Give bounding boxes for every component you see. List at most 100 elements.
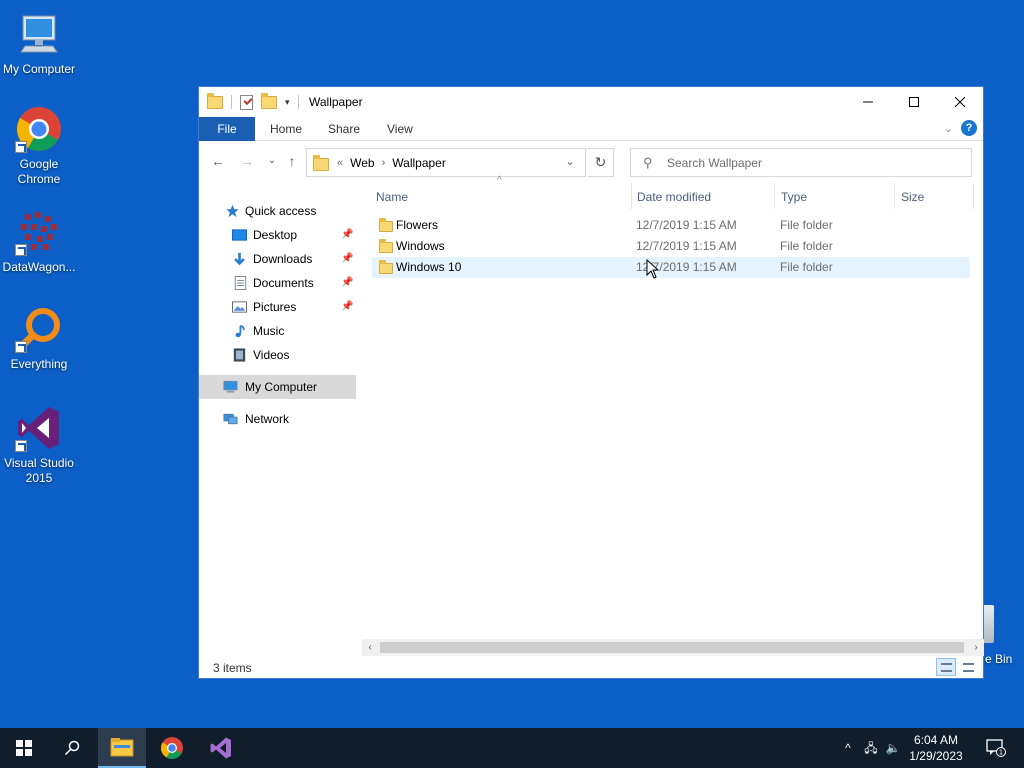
computer-icon: [223, 380, 238, 393]
file-type: File folder: [780, 260, 833, 274]
volume-icon[interactable]: 🔈: [885, 740, 901, 756]
chevron-right-icon[interactable]: ›: [382, 157, 386, 169]
nav-item-my-computer[interactable]: My Computer: [199, 375, 356, 399]
help-icon[interactable]: ?: [961, 120, 977, 136]
scroll-right-icon[interactable]: ›: [968, 639, 984, 656]
maximize-icon: [909, 97, 919, 107]
music-icon: [235, 324, 245, 338]
nav-item-pictures[interactable]: Pictures 📌: [199, 295, 356, 319]
address-bar[interactable]: « Web › Wallpaper ⌄: [306, 148, 586, 177]
pin-icon[interactable]: 📌: [341, 271, 353, 295]
status-bar: 3 items: [199, 656, 983, 678]
nav-item-desktop[interactable]: Desktop 📌: [199, 223, 356, 247]
customize-toolbar-icon[interactable]: ▾: [285, 97, 290, 108]
column-divider[interactable]: [631, 183, 632, 209]
expand-ribbon-icon[interactable]: ⌄: [944, 122, 953, 135]
column-header-type[interactable]: Type: [781, 183, 807, 211]
network-status-icon[interactable]: 🖧: [863, 740, 879, 756]
tab-file[interactable]: File: [199, 117, 255, 141]
column-divider[interactable]: [894, 183, 895, 209]
close-button[interactable]: [937, 87, 983, 117]
action-center-button[interactable]: 1: [986, 739, 1006, 757]
clock[interactable]: 6:04 AM 1/29/2023: [904, 732, 968, 764]
folder-icon: [207, 92, 223, 109]
desktop-icon-datawagon[interactable]: DataWagon...: [0, 208, 78, 275]
nav-item-label: Videos: [253, 348, 290, 362]
scroll-left-icon[interactable]: ‹: [362, 639, 378, 656]
network-icon: [223, 413, 238, 425]
taskbar-chrome[interactable]: [148, 728, 196, 768]
sort-ascending-icon: ^: [497, 175, 502, 186]
chevron-down-icon[interactable]: ⌄: [555, 149, 585, 176]
file-row[interactable]: Windows 10 12/7/2019 1:15 AM File folder: [372, 257, 970, 278]
folder-icon: [379, 239, 393, 253]
taskbar-file-explorer[interactable]: [98, 728, 146, 768]
column-header-size[interactable]: Size: [901, 183, 924, 211]
desktop-icon-label: Visual Studio 2015: [4, 456, 74, 485]
file-row[interactable]: Flowers 12/7/2019 1:15 AM File folder: [372, 215, 970, 236]
minimize-button[interactable]: [845, 87, 891, 117]
desktop-icon-google-chrome[interactable]: Google Chrome: [0, 105, 78, 187]
scrollbar-thumb[interactable]: [380, 642, 964, 653]
file-row[interactable]: Windows 12/7/2019 1:15 AM File folder: [372, 236, 970, 257]
divider: [231, 95, 232, 109]
notification-count: 1: [999, 749, 1003, 757]
close-icon: [955, 97, 965, 107]
taskbar-visual-studio[interactable]: [197, 728, 245, 768]
details-view-button[interactable]: [936, 658, 956, 676]
folder-icon: [379, 260, 393, 274]
pin-icon[interactable]: 📌: [341, 223, 353, 247]
ribbon-tabs: File Home Share View ⌄ ?: [199, 117, 983, 141]
chrome-icon: [15, 105, 63, 153]
column-header-name[interactable]: Name: [376, 183, 408, 211]
refresh-button[interactable]: ↻: [588, 148, 614, 177]
start-button[interactable]: [0, 728, 48, 768]
nav-item-documents[interactable]: Documents 📌: [199, 271, 356, 295]
breadcrumb-item-wallpaper[interactable]: Wallpaper: [392, 156, 446, 170]
mouse-cursor-icon: [646, 259, 660, 279]
back-button[interactable]: ←: [209, 151, 227, 171]
pin-icon[interactable]: 📌: [341, 295, 353, 319]
title-bar[interactable]: ▾ Wallpaper: [199, 87, 983, 117]
taskbar-search-button[interactable]: [48, 728, 96, 768]
navigation-pane: Quick access Desktop 📌 Downloads 📌 Docum…: [199, 183, 356, 655]
large-icons-view-button[interactable]: [958, 658, 978, 676]
up-button[interactable]: ↑: [283, 151, 301, 171]
nav-item-quick-access[interactable]: Quick access: [199, 199, 356, 223]
large-icons-view-icon: [963, 663, 974, 672]
file-name: Windows: [396, 239, 445, 253]
breadcrumb-item-web[interactable]: Web: [350, 156, 374, 170]
new-folder-icon[interactable]: [261, 92, 277, 109]
tab-share[interactable]: Share: [328, 117, 360, 141]
tab-home[interactable]: Home: [270, 117, 302, 141]
nav-item-downloads[interactable]: Downloads 📌: [199, 247, 356, 271]
star-icon: [226, 204, 239, 218]
maximize-button[interactable]: [891, 87, 937, 117]
nav-item-videos[interactable]: Videos: [199, 343, 356, 367]
show-hidden-icons-icon[interactable]: ^: [840, 740, 856, 756]
forward-button[interactable]: →: [238, 151, 256, 171]
search-input[interactable]: [667, 154, 957, 171]
horizontal-scrollbar[interactable]: ‹ ›: [362, 639, 984, 656]
column-divider[interactable]: [973, 183, 974, 209]
column-divider[interactable]: [774, 183, 775, 209]
properties-icon[interactable]: [240, 94, 253, 110]
nav-item-music[interactable]: Music: [199, 319, 356, 343]
shortcut-arrow-icon: [15, 440, 27, 452]
minimize-icon: [863, 101, 873, 103]
nav-item-network[interactable]: Network: [199, 407, 356, 431]
desktop-icon-label: DataWagon...: [2, 260, 76, 274]
recent-locations-icon[interactable]: ⌄: [263, 151, 281, 171]
column-header-date-modified[interactable]: Date modified: [637, 183, 711, 211]
desktop-icon-my-computer[interactable]: My Computer: [0, 10, 78, 77]
tab-view[interactable]: View: [387, 117, 413, 141]
file-type: File folder: [780, 239, 833, 253]
search-box[interactable]: ⚲: [630, 148, 972, 177]
nav-item-label: Desktop: [253, 228, 298, 242]
chrome-icon: [161, 737, 183, 759]
breadcrumb-overflow[interactable]: «: [337, 157, 343, 169]
pin-icon[interactable]: 📌: [341, 247, 353, 271]
desktop-icon-everything[interactable]: Everything: [0, 305, 78, 372]
ribbon-right: ⌄ ?: [944, 120, 977, 136]
desktop-icon-visual-studio[interactable]: Visual Studio 2015: [0, 404, 78, 486]
